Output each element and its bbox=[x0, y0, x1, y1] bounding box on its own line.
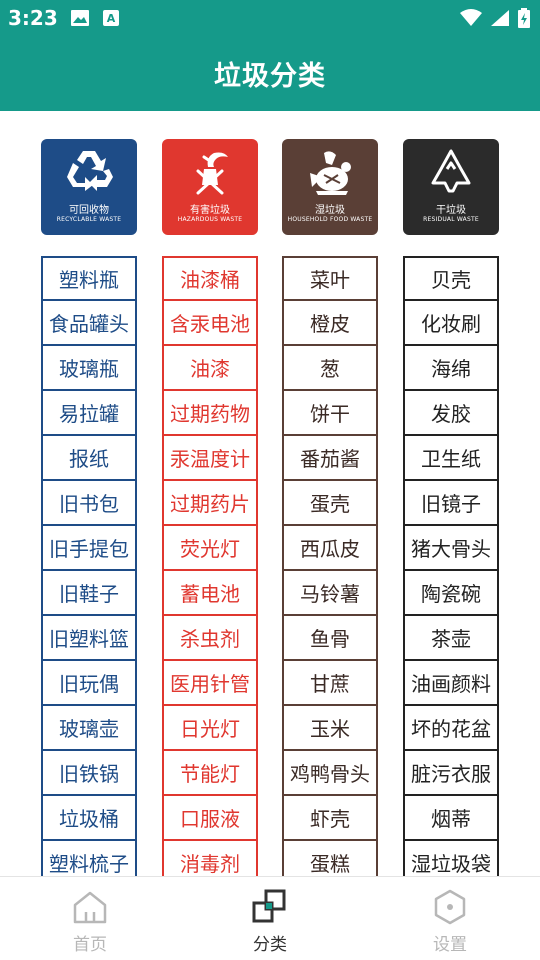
haz-item[interactable]: 口服液 bbox=[162, 796, 258, 841]
household-food-cn-label: 湿垃圾 bbox=[315, 205, 345, 216]
recyc-item[interactable]: 旧书包 bbox=[41, 481, 137, 526]
recyc-item[interactable]: 旧鞋子 bbox=[41, 571, 137, 616]
app-bar: 垃圾分类 bbox=[0, 36, 540, 111]
residual-icon bbox=[403, 147, 499, 199]
haz-item[interactable]: 过期药片 bbox=[162, 481, 258, 526]
nav-category[interactable]: 分类 bbox=[210, 887, 330, 955]
dry-item[interactable]: 海绵 bbox=[403, 346, 499, 391]
dry-item[interactable]: 化妆刷 bbox=[403, 301, 499, 346]
classification-content[interactable]: 可回收物 RECYCLABLE WASTE 有害垃圾 HAZARDOUS WAS… bbox=[0, 111, 540, 876]
recyc-item[interactable]: 旧铁锅 bbox=[41, 751, 137, 796]
residual-cn-label: 干垃圾 bbox=[436, 205, 466, 216]
nav-settings-label: 设置 bbox=[433, 935, 467, 955]
wet-item[interactable]: 葱 bbox=[282, 346, 378, 391]
wet-item[interactable]: 虾壳 bbox=[282, 796, 378, 841]
bottom-nav: 首页 分类 设置 bbox=[0, 876, 540, 960]
residual-card[interactable]: 干垃圾 RESIDUAL WASTE bbox=[403, 139, 499, 235]
haz-item[interactable]: 油漆桶 bbox=[162, 256, 258, 301]
hazardous-en-label: HAZARDOUS WASTE bbox=[177, 216, 243, 223]
home-icon bbox=[30, 887, 150, 927]
page-title: 垃圾分类 bbox=[214, 61, 326, 92]
haz-item[interactable]: 消毒剂 bbox=[162, 841, 258, 876]
hazardous-list: 油漆桶 含汞电池 油漆 过期药物 汞温度计 过期药片 荧光灯 蓄电池 杀虫剂 医用针管 日光灯 节能灯… bbox=[162, 256, 258, 876]
wet-item[interactable]: 鸡鸭骨头 bbox=[282, 751, 378, 796]
wet-item[interactable]: 饼干 bbox=[282, 391, 378, 436]
dry-item[interactable]: 猪大骨头 bbox=[403, 526, 499, 571]
recyc-item[interactable]: 玻璃壶 bbox=[41, 706, 137, 751]
dry-item[interactable]: 坏的花盆 bbox=[403, 706, 499, 751]
recycle-icon bbox=[41, 147, 137, 199]
recyc-item[interactable]: 旧塑料篮 bbox=[41, 616, 137, 661]
wifi-icon bbox=[460, 9, 482, 31]
wet-item[interactable]: 马铃薯 bbox=[282, 571, 378, 616]
wet-item[interactable]: 蛋糕 bbox=[282, 841, 378, 876]
haz-item[interactable]: 含汞电池 bbox=[162, 301, 258, 346]
recyc-item[interactable]: 旧手提包 bbox=[41, 526, 137, 571]
recyc-item[interactable]: 易拉罐 bbox=[41, 391, 137, 436]
dry-item[interactable]: 卫生纸 bbox=[403, 436, 499, 481]
wet-item[interactable]: 西瓜皮 bbox=[282, 526, 378, 571]
recyclable-cn-label: 可回收物 bbox=[69, 205, 109, 216]
haz-item[interactable]: 杀虫剂 bbox=[162, 616, 258, 661]
dry-item[interactable]: 油画颜料 bbox=[403, 661, 499, 706]
category-icon bbox=[210, 887, 330, 927]
haz-item[interactable]: 医用针管 bbox=[162, 661, 258, 706]
household-food-en-label: HOUSEHOLD FOOD WASTE bbox=[287, 216, 373, 223]
household-food-card[interactable]: 湿垃圾 HOUSEHOLD FOOD WASTE bbox=[282, 139, 378, 235]
battery-icon bbox=[518, 8, 530, 32]
dry-item[interactable]: 发胶 bbox=[403, 391, 499, 436]
wet-item[interactable]: 鱼骨 bbox=[282, 616, 378, 661]
nav-category-label: 分类 bbox=[253, 935, 287, 955]
food-waste-icon bbox=[282, 147, 378, 199]
household-food-list: 菜叶 橙皮葱饼干 番茄酱 蛋壳 西瓜皮 马铃薯 鱼骨 甘蔗 玉米 鸡鸭骨头 虾壳 蛋糕 bbox=[282, 256, 378, 876]
status-right-icons bbox=[460, 8, 530, 32]
recyclable-card[interactable]: 可回收物 RECYCLABLE WASTE bbox=[41, 139, 137, 235]
svg-text:A: A bbox=[107, 12, 116, 25]
recyclable-en-label: RECYCLABLE WASTE bbox=[56, 216, 122, 223]
recyc-item[interactable]: 报纸 bbox=[41, 436, 137, 481]
hazardous-cn-label: 有害垃圾 bbox=[190, 205, 230, 216]
dry-item[interactable]: 湿垃圾袋 bbox=[403, 841, 499, 876]
haz-item[interactable]: 节能灯 bbox=[162, 751, 258, 796]
hazardous-card[interactable]: 有害垃圾 HAZARDOUS WASTE bbox=[162, 139, 258, 235]
dry-item[interactable]: 烟蒂 bbox=[403, 796, 499, 841]
dry-item[interactable]: 陶瓷碗 bbox=[403, 571, 499, 616]
recyc-item[interactable]: 垃圾桶 bbox=[41, 796, 137, 841]
recyc-item[interactable]: 食品罐头 bbox=[41, 301, 137, 346]
haz-item[interactable]: 油漆 bbox=[162, 346, 258, 391]
wet-item[interactable]: 甘蔗 bbox=[282, 661, 378, 706]
recyc-item[interactable]: 塑料梳子 bbox=[41, 841, 137, 876]
hazardous-icon bbox=[162, 147, 258, 199]
haz-item[interactable]: 蓄电池 bbox=[162, 571, 258, 616]
residual-en-label: RESIDUAL WASTE bbox=[423, 216, 479, 223]
haz-item[interactable]: 汞温度计 bbox=[162, 436, 258, 481]
status-time: 3:23 bbox=[8, 6, 58, 30]
recyclable-list: 塑料瓶 食品罐头 玻璃瓶 易拉罐 报纸 旧书包 旧手提包 旧鞋子 旧塑料篮 旧玩偶 玻璃壶 旧铁锅 垃圾… bbox=[41, 256, 137, 876]
settings-icon bbox=[390, 887, 510, 927]
nav-settings[interactable]: 设置 bbox=[390, 887, 510, 955]
status-bar: 3:23 A bbox=[0, 0, 540, 36]
a11y-notification-icon: A bbox=[102, 9, 120, 31]
haz-item[interactable]: 日光灯 bbox=[162, 706, 258, 751]
wet-item[interactable]: 蛋壳 bbox=[282, 481, 378, 526]
image-icon bbox=[70, 9, 90, 31]
wet-item[interactable]: 橙皮 bbox=[282, 301, 378, 346]
dry-item[interactable]: 贝壳 bbox=[403, 256, 499, 301]
signal-icon bbox=[490, 9, 510, 31]
dry-item[interactable]: 旧镜子 bbox=[403, 481, 499, 526]
haz-item[interactable]: 荧光灯 bbox=[162, 526, 258, 571]
wet-item[interactable]: 菜叶 bbox=[282, 256, 378, 301]
status-left-icons: A bbox=[70, 9, 120, 31]
dry-item[interactable]: 脏污衣服 bbox=[403, 751, 499, 796]
wet-item[interactable]: 番茄酱 bbox=[282, 436, 378, 481]
recyc-item[interactable]: 塑料瓶 bbox=[41, 256, 137, 301]
residual-list: 贝壳 化妆刷 海绵 发胶 卫生纸 旧镜子 猪大骨头 陶瓷碗 茶壶 油画颜料 坏的花盆 脏污衣服 烟蒂 湿垃… bbox=[403, 256, 499, 876]
nav-home-label: 首页 bbox=[73, 935, 107, 955]
dry-item[interactable]: 茶壶 bbox=[403, 616, 499, 661]
recyc-item[interactable]: 旧玩偶 bbox=[41, 661, 137, 706]
nav-home[interactable]: 首页 bbox=[30, 887, 150, 955]
recyc-item[interactable]: 玻璃瓶 bbox=[41, 346, 137, 391]
haz-item[interactable]: 过期药物 bbox=[162, 391, 258, 436]
wet-item[interactable]: 玉米 bbox=[282, 706, 378, 751]
